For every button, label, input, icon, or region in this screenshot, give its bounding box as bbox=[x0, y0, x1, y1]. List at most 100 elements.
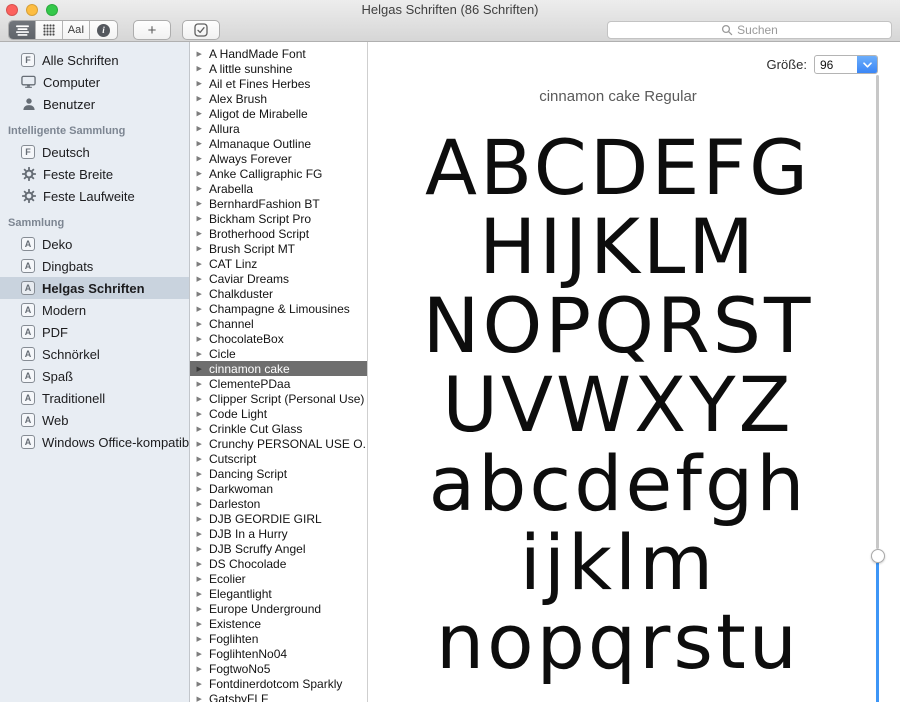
font-list-item-code-light[interactable]: ▶Code Light bbox=[190, 406, 367, 421]
font-list-item-crinkle-cut-glass[interactable]: ▶Crinkle Cut Glass bbox=[190, 421, 367, 436]
disclosure-triangle-icon[interactable]: ▶ bbox=[196, 604, 204, 612]
disclosure-triangle-icon[interactable]: ▶ bbox=[196, 424, 204, 432]
validate-fonts-button[interactable] bbox=[182, 20, 220, 40]
disclosure-triangle-icon[interactable]: ▶ bbox=[196, 529, 204, 537]
disclosure-triangle-icon[interactable]: ▶ bbox=[196, 109, 204, 117]
disclosure-triangle-icon[interactable]: ▶ bbox=[196, 259, 204, 267]
font-list-item-bernhardfashion-bt[interactable]: ▶BernhardFashion BT bbox=[190, 196, 367, 211]
size-slider-track-filled[interactable] bbox=[876, 563, 879, 702]
disclosure-triangle-icon[interactable]: ▶ bbox=[196, 154, 204, 162]
font-list-item-crunchy-personal-use-o[interactable]: ▶Crunchy PERSONAL USE O... bbox=[190, 436, 367, 451]
font-list-item-foglihten[interactable]: ▶Foglihten bbox=[190, 631, 367, 646]
sidebar-item-pdf[interactable]: APDF bbox=[0, 321, 189, 343]
disclosure-triangle-icon[interactable]: ▶ bbox=[196, 559, 204, 567]
sidebar-item-alle-schriften[interactable]: FAlle Schriften bbox=[0, 49, 189, 71]
font-list-item-ecolier[interactable]: ▶Ecolier bbox=[190, 571, 367, 586]
font-list-item-ail-et-fines-herbes[interactable]: ▶Ail et Fines Herbes bbox=[190, 76, 367, 91]
disclosure-triangle-icon[interactable]: ▶ bbox=[196, 379, 204, 387]
disclosure-triangle-icon[interactable]: ▶ bbox=[196, 49, 204, 57]
disclosure-triangle-icon[interactable]: ▶ bbox=[196, 634, 204, 642]
font-list-item-almanaque-outline[interactable]: ▶Almanaque Outline bbox=[190, 136, 367, 151]
disclosure-triangle-icon[interactable]: ▶ bbox=[196, 199, 204, 207]
disclosure-triangle-icon[interactable]: ▶ bbox=[196, 364, 204, 372]
disclosure-triangle-icon[interactable]: ▶ bbox=[196, 514, 204, 522]
font-list-item-darkwoman[interactable]: ▶Darkwoman bbox=[190, 481, 367, 496]
font-list-item-a-little-sunshine[interactable]: ▶A little sunshine bbox=[190, 61, 367, 76]
disclosure-triangle-icon[interactable]: ▶ bbox=[196, 499, 204, 507]
disclosure-triangle-icon[interactable]: ▶ bbox=[196, 334, 204, 342]
font-list-item-existence[interactable]: ▶Existence bbox=[190, 616, 367, 631]
disclosure-triangle-icon[interactable]: ▶ bbox=[196, 289, 204, 297]
font-list-item-champagne-limousines[interactable]: ▶Champagne & Limousines bbox=[190, 301, 367, 316]
font-list-item-clementepdaa[interactable]: ▶ClementePDaa bbox=[190, 376, 367, 391]
font-list-item-chocolatebox[interactable]: ▶ChocolateBox bbox=[190, 331, 367, 346]
sidebar-item-dingbats[interactable]: ADingbats bbox=[0, 255, 189, 277]
font-list-item-anke-calligraphic-fg[interactable]: ▶Anke Calligraphic FG bbox=[190, 166, 367, 181]
disclosure-triangle-icon[interactable]: ▶ bbox=[196, 544, 204, 552]
font-list-item-fogtwono5[interactable]: ▶FogtwoNo5 bbox=[190, 661, 367, 676]
disclosure-triangle-icon[interactable]: ▶ bbox=[196, 619, 204, 627]
sidebar-item-deko[interactable]: ADeko bbox=[0, 233, 189, 255]
disclosure-triangle-icon[interactable]: ▶ bbox=[196, 589, 204, 597]
font-list-item-brush-script-mt[interactable]: ▶Brush Script MT bbox=[190, 241, 367, 256]
disclosure-triangle-icon[interactable]: ▶ bbox=[196, 184, 204, 192]
font-list-item-elegantlight[interactable]: ▶Elegantlight bbox=[190, 586, 367, 601]
disclosure-triangle-icon[interactable]: ▶ bbox=[196, 124, 204, 132]
sidebar-item-feste-breite[interactable]: Feste Breite bbox=[0, 163, 189, 185]
font-list-item-bickham-script-pro[interactable]: ▶Bickham Script Pro bbox=[190, 211, 367, 226]
info-view-segment[interactable]: i bbox=[90, 21, 117, 39]
sidebar-item-web[interactable]: AWeb bbox=[0, 409, 189, 431]
sidebar-item-traditionell[interactable]: ATraditionell bbox=[0, 387, 189, 409]
font-list-item-djb-geordie-girl[interactable]: ▶DJB GEORDIE GIRL bbox=[190, 511, 367, 526]
sample-view-segment[interactable]: AaI bbox=[63, 21, 90, 39]
font-list-item-djb-in-a-hurry[interactable]: ▶DJB In a Hurry bbox=[190, 526, 367, 541]
font-list-item-brotherhood-script[interactable]: ▶Brotherhood Script bbox=[190, 226, 367, 241]
font-list-item-cutscript[interactable]: ▶Cutscript bbox=[190, 451, 367, 466]
sidebar-item-schn-rkel[interactable]: ASchnörkel bbox=[0, 343, 189, 365]
grid-view-segment[interactable] bbox=[36, 21, 63, 39]
disclosure-triangle-icon[interactable]: ▶ bbox=[196, 439, 204, 447]
font-list-item-channel[interactable]: ▶Channel bbox=[190, 316, 367, 331]
disclosure-triangle-icon[interactable]: ▶ bbox=[196, 694, 204, 702]
disclosure-triangle-icon[interactable]: ▶ bbox=[196, 304, 204, 312]
disclosure-triangle-icon[interactable]: ▶ bbox=[196, 244, 204, 252]
sidebar-item-feste-laufweite[interactable]: Feste Laufweite bbox=[0, 185, 189, 207]
disclosure-triangle-icon[interactable]: ▶ bbox=[196, 394, 204, 402]
disclosure-triangle-icon[interactable]: ▶ bbox=[196, 229, 204, 237]
disclosure-triangle-icon[interactable]: ▶ bbox=[196, 454, 204, 462]
size-dropdown-button[interactable] bbox=[857, 56, 877, 73]
list-view-segment[interactable] bbox=[9, 21, 36, 39]
disclosure-triangle-icon[interactable]: ▶ bbox=[196, 94, 204, 102]
font-list-item-ds-chocolade[interactable]: ▶DS Chocolade bbox=[190, 556, 367, 571]
disclosure-triangle-icon[interactable]: ▶ bbox=[196, 319, 204, 327]
font-list-item-a-handmade-font[interactable]: ▶A HandMade Font bbox=[190, 46, 367, 61]
size-combobox[interactable]: 96 bbox=[814, 55, 878, 74]
disclosure-triangle-icon[interactable]: ▶ bbox=[196, 409, 204, 417]
disclosure-triangle-icon[interactable]: ▶ bbox=[196, 649, 204, 657]
disclosure-triangle-icon[interactable]: ▶ bbox=[196, 664, 204, 672]
disclosure-triangle-icon[interactable]: ▶ bbox=[196, 139, 204, 147]
font-list-item-cat-linz[interactable]: ▶CAT Linz bbox=[190, 256, 367, 271]
font-list-item-djb-scruffy-angel[interactable]: ▶DJB Scruffy Angel bbox=[190, 541, 367, 556]
sidebar-item-benutzer[interactable]: Benutzer bbox=[0, 93, 189, 115]
font-list-item-always-forever[interactable]: ▶Always Forever bbox=[190, 151, 367, 166]
disclosure-triangle-icon[interactable]: ▶ bbox=[196, 484, 204, 492]
font-list-item-arabella[interactable]: ▶Arabella bbox=[190, 181, 367, 196]
font-list-item-cinnamon-cake[interactable]: ▶cinnamon cake bbox=[190, 361, 367, 376]
sidebar-item-modern[interactable]: AModern bbox=[0, 299, 189, 321]
add-collection-button[interactable]: + bbox=[133, 20, 171, 40]
sidebar-item-spa[interactable]: ASpaß bbox=[0, 365, 189, 387]
font-list-item-darleston[interactable]: ▶Darleston bbox=[190, 496, 367, 511]
font-list-item-allura[interactable]: ▶Allura bbox=[190, 121, 367, 136]
font-list-item-fontdinerdotcom-sparkly[interactable]: ▶Fontdinerdotcom Sparkly bbox=[190, 676, 367, 691]
font-list-item-caviar-dreams[interactable]: ▶Caviar Dreams bbox=[190, 271, 367, 286]
sidebar-item-helgas-schriften[interactable]: AHelgas Schriften bbox=[0, 277, 189, 299]
sidebar-item-windows-office-kompatibel[interactable]: AWindows Office-kompatibel bbox=[0, 431, 189, 453]
font-list-item-dancing-script[interactable]: ▶Dancing Script bbox=[190, 466, 367, 481]
font-list-item-alex-brush[interactable]: ▶Alex Brush bbox=[190, 91, 367, 106]
disclosure-triangle-icon[interactable]: ▶ bbox=[196, 214, 204, 222]
size-slider-track[interactable] bbox=[876, 75, 879, 549]
search-input[interactable]: Suchen bbox=[607, 21, 892, 39]
sidebar-item-computer[interactable]: Computer bbox=[0, 71, 189, 93]
sidebar-item-deutsch[interactable]: FDeutsch bbox=[0, 141, 189, 163]
